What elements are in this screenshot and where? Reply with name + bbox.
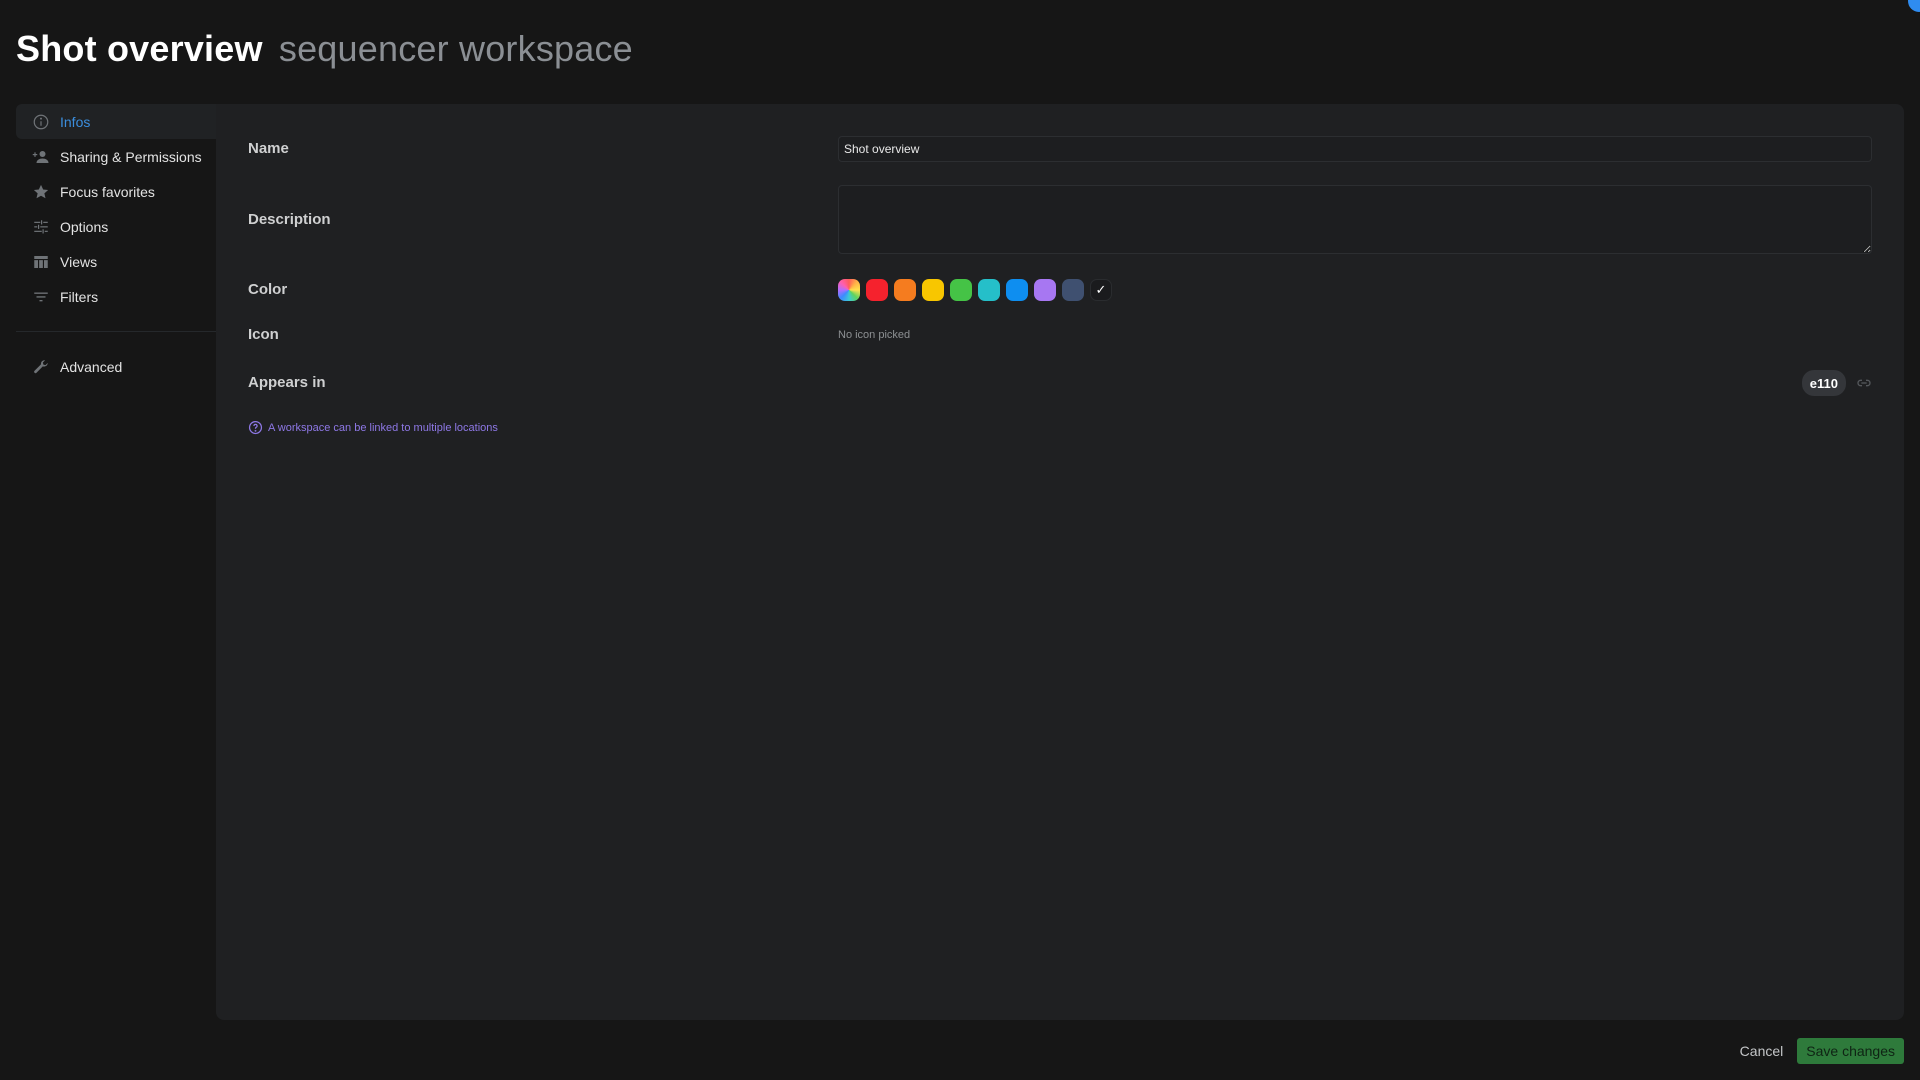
sidebar-item-label: Sharing & Permissions (60, 148, 202, 165)
appears-in-label: Appears in (248, 374, 326, 391)
sidebar-item-infos[interactable]: Infos (16, 104, 216, 139)
description-textarea[interactable] (838, 185, 1872, 254)
sidebar-item-label: Filters (60, 288, 99, 305)
sidebar-item-label: Advanced (60, 358, 123, 375)
sidebar-item-label: Infos (60, 113, 91, 130)
help-row: A workspace can be linked to multiple lo… (248, 420, 1872, 438)
filter-icon (32, 288, 50, 306)
name-input[interactable] (838, 136, 1872, 162)
color-swatch-green[interactable] (950, 279, 972, 301)
sidebar-item-filters[interactable]: Filters (16, 279, 216, 314)
color-swatch-blue[interactable] (1006, 279, 1028, 301)
workspace-type-subtitle: sequencer workspace (278, 28, 633, 69)
cancel-button[interactable]: Cancel (1740, 1043, 1784, 1059)
sliders-icon (32, 218, 50, 236)
wrench-icon (32, 358, 50, 376)
color-swatch-slate[interactable] (1062, 279, 1084, 301)
unlink-icon[interactable] (1856, 375, 1872, 391)
workspace-settings-page: Shot overview sequencer workspace Infos … (0, 0, 1920, 1080)
settings-sidebar: Infos Sharing & Permissions Focus favori… (16, 104, 216, 384)
color-swatch-orange[interactable] (894, 279, 916, 301)
sidebar-item-label: Options (60, 218, 109, 235)
help-text: A workspace can be linked to multiple lo… (268, 421, 498, 434)
star-icon (32, 183, 50, 201)
appears-in-row: Appears in e110 (248, 370, 1872, 396)
no-icon-text: No icon picked (838, 329, 911, 341)
multiple-locations-help-link[interactable]: A workspace can be linked to multiple lo… (248, 420, 1872, 435)
workspace-name-title: Shot overview (16, 28, 263, 69)
description-row: Description (248, 185, 1872, 254)
checkmark-icon: ✓ (1095, 282, 1107, 297)
color-swatch-teal[interactable] (978, 279, 1000, 301)
dialog-footer: Cancel Save changes (1740, 1038, 1904, 1064)
sidebar-item-label: Focus favorites (60, 183, 155, 200)
color-swatch-red[interactable] (866, 279, 888, 301)
color-row: Color ✓ (248, 279, 1872, 301)
color-swatch-yellow[interactable] (922, 279, 944, 301)
save-changes-button[interactable]: Save changes (1797, 1038, 1904, 1064)
sidebar-item-options[interactable]: Options (16, 209, 216, 244)
page-title: Shot overview sequencer workspace (16, 28, 633, 70)
color-swatch-picker: ✓ (838, 279, 1872, 301)
icon-label: Icon (248, 326, 279, 343)
sidebar-item-views[interactable]: Views (16, 244, 216, 279)
sidebar-item-label: Views (60, 253, 98, 270)
color-label: Color (248, 281, 288, 298)
sidebar-item-sharing-permissions[interactable]: Sharing & Permissions (16, 139, 216, 174)
name-row: Name (248, 136, 1872, 162)
name-label: Name (248, 140, 289, 157)
table-icon (32, 253, 50, 271)
location-chip[interactable]: e110 (1801, 370, 1846, 396)
settings-panel: Name Description Color (216, 104, 1904, 1020)
info-icon (32, 113, 50, 131)
add-person-icon (32, 148, 50, 166)
icon-row: Icon No icon picked (248, 326, 1872, 344)
sidebar-item-focus-favorites[interactable]: Focus favorites (16, 174, 216, 209)
sidebar-item-advanced[interactable]: Advanced (16, 349, 216, 384)
description-label: Description (248, 211, 331, 228)
notification-dot (1908, 0, 1920, 12)
sidebar-divider (16, 331, 216, 332)
color-swatch-none-selected[interactable]: ✓ (1090, 279, 1112, 301)
color-swatch-purple[interactable] (1034, 279, 1056, 301)
question-circle-icon (248, 420, 263, 435)
color-swatch-multicolor[interactable] (838, 279, 860, 301)
